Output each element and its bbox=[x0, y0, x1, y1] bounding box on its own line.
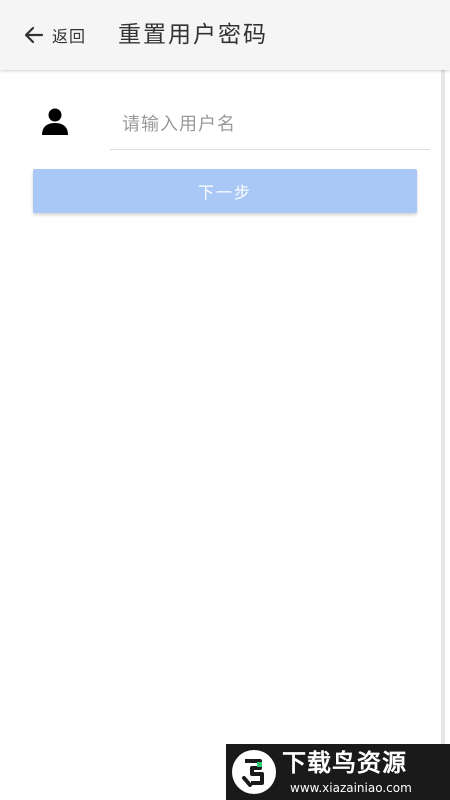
watermark-banner: 下载鸟资源 www.xiazainiao.com bbox=[226, 744, 450, 800]
next-button[interactable]: 下一步 bbox=[33, 169, 417, 213]
watermark-title: 下载鸟资源 bbox=[282, 749, 407, 777]
watermark-url: www.xiazainiao.com bbox=[290, 781, 412, 795]
bird-logo-icon bbox=[230, 748, 278, 796]
arrow-left-icon bbox=[22, 23, 46, 47]
app-bar: 返回 重置用户密码 bbox=[0, 0, 450, 70]
back-button[interactable]: 返回 bbox=[22, 22, 86, 48]
page-title: 重置用户密码 bbox=[118, 22, 268, 48]
scrollbar[interactable] bbox=[441, 70, 445, 800]
person-icon bbox=[40, 106, 70, 136]
username-input[interactable] bbox=[110, 100, 430, 150]
back-label: 返回 bbox=[52, 27, 87, 46]
